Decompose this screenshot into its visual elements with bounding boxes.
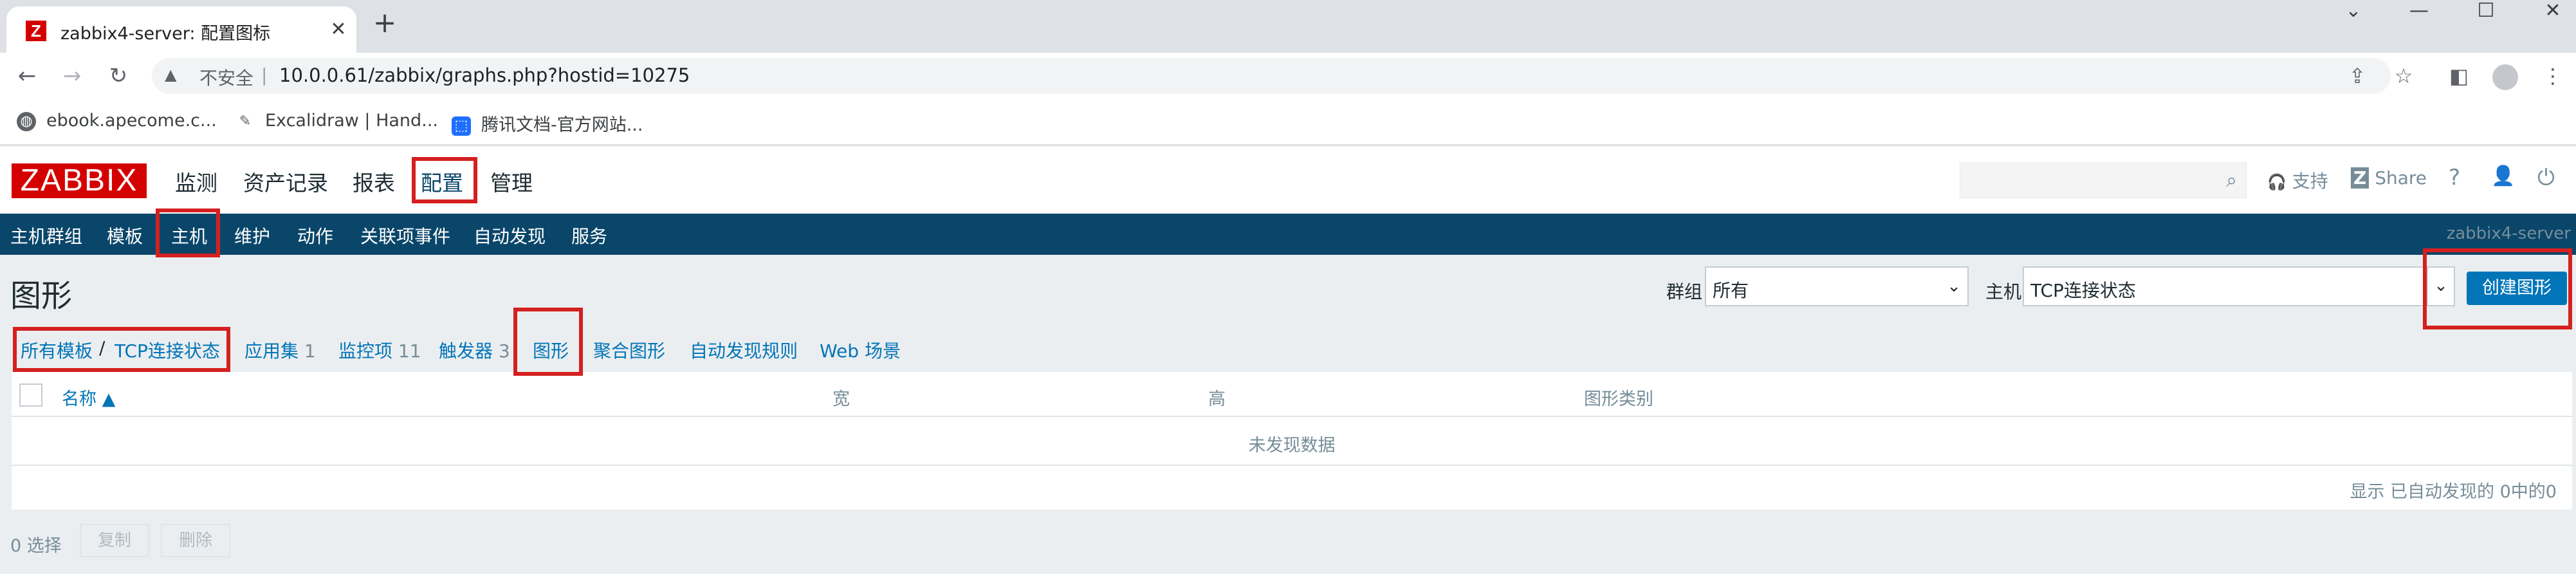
warning-icon: ▲ [165,66,177,84]
globe-icon: ◍ [17,111,36,131]
close-window-icon[interactable]: ✕ [2534,1,2572,24]
address-bar[interactable]: ▲ 不安全 | 10.0.0.61/zabbix/graphs.php?host… [152,58,2391,94]
pen-icon: ✎ [239,113,252,129]
tab-web-scenarios[interactable]: Web 场景 [820,337,901,363]
column-width: 宽 [833,389,850,409]
host-select-value: TCP连接状态 [2030,280,2136,301]
menu-reports[interactable]: 报表 [353,166,395,197]
submenu-actions[interactable]: 动作 [297,223,333,248]
help-icon[interactable]: ? [2449,165,2460,190]
zabbix-header: ZABBIX 监测 资产记录 报表 配置 管理 ⌕ 🎧 支持 Z Share ?… [0,147,2576,214]
items-count: 11 [398,340,421,362]
group-select[interactable]: 所有 ⌄ [1705,266,1969,306]
tab-search-icon[interactable]: ⌄ [2334,1,2373,24]
annotation-box-configuration [412,157,477,203]
support-label: 支持 [2292,171,2328,192]
menu-monitoring[interactable]: 监测 [175,166,217,197]
column-graph-type: 图形类别 [1584,389,1653,409]
host-filter-label: 主机 [1985,281,2022,302]
chevron-down-icon: ⌄ [1947,277,1961,296]
annotation-box-create-graph [2423,248,2572,329]
bookmarks-bar: ◍ ebook.apecome.c... ✎ Excalidraw | Hand..… [0,99,2576,145]
browser-tab[interactable]: Z zabbix4-server: 配置图标 ✕ [6,6,356,53]
browser-tabstrip: Z zabbix4-server: 配置图标 ✕ + ⌄ — ☐ ✕ [0,0,2576,53]
display-count: 显示 已自动发现的 0中的0 [2350,482,2557,502]
column-name[interactable]: 名称 ▲ [62,385,115,410]
submenu-event-correlation[interactable]: 关联项事件 [360,223,450,248]
applications-count: 1 [304,340,316,362]
search-input[interactable]: ⌕ [1960,162,2247,198]
profile-avatar[interactable] [2492,64,2518,90]
tab-triggers[interactable]: 触发器 3 [439,337,510,363]
bookmark-label: Excalidraw | Hand... [265,111,438,131]
support-link[interactable]: 🎧 支持 [2267,167,2328,193]
forward-icon[interactable]: → [58,62,86,90]
annotation-box-hosts [156,208,220,257]
url-text[interactable]: 10.0.0.61/zabbix/graphs.php?hostid=10275 [279,64,690,86]
group-select-value: 所有 [1713,280,1749,301]
share-link[interactable]: Z Share [2351,167,2427,189]
zabbix-share-icon: Z [2351,167,2369,189]
bookmark-item[interactable]: ⬚ 腾讯文档-官方网站... [452,111,643,136]
triggers-label: 触发器 [439,340,493,362]
reload-icon[interactable]: ↻ [104,62,133,90]
share-label: Share [2375,167,2427,189]
insecure-label[interactable]: 不安全 [199,64,253,90]
back-icon[interactable]: ← [13,62,41,90]
logout-icon[interactable]: ⏻ [2537,165,2555,190]
column-height: 高 [1208,389,1226,409]
submenu-host-groups[interactable]: 主机群组 [10,223,82,248]
tab-title: zabbix4-server: 配置图标 [60,24,271,44]
address-separator: | [261,64,268,86]
menu-administration[interactable]: 管理 [490,166,533,197]
no-data-message: 未发现数据 [1248,436,1336,456]
tencent-docs-icon: ⬚ [452,116,471,136]
tab-screens[interactable]: 聚合图形 [593,337,665,363]
zabbix-logo[interactable]: ZABBIX [12,163,147,198]
bookmark-label: 腾讯文档-官方网站... [481,115,643,135]
graphs-table: 名称 ▲ 宽 高 图形类别 未发现数据 显示 已自动发现的 0中的0 [12,372,2572,510]
bookmark-star-icon[interactable]: ☆ [2389,62,2418,90]
copy-button[interactable]: 复制 [80,524,149,557]
configuration-submenu: 主机群组 模板 主机 维护 动作 关联项事件 自动发现 服务 zabbix4-s… [0,214,2576,256]
tab-discovery-rules[interactable]: 自动发现规则 [690,337,798,363]
submenu-discovery[interactable]: 自动发现 [474,223,546,248]
select-all-checkbox[interactable] [19,384,42,407]
tab-close-icon[interactable]: ✕ [326,17,351,42]
annotation-box-breadcrumb [13,327,230,372]
headset-icon: 🎧 [2267,173,2286,191]
browser-toolbar: ← → ↻ ▲ 不安全 | 10.0.0.61/zabbix/graphs.ph… [0,53,2576,99]
share-icon[interactable]: ⇪ [2343,62,2371,90]
group-filter-label: 群组 [1666,281,1703,302]
host-select[interactable]: TCP连接状态 [2023,266,2425,306]
tab-items[interactable]: 监控项 11 [338,337,421,363]
table-divider [12,465,2572,466]
applications-label: 应用集 [244,340,299,362]
maximize-icon[interactable]: ☐ [2467,1,2505,24]
delete-button[interactable]: 删除 [161,524,230,557]
user-profile-icon[interactable]: 👤 [2491,165,2515,187]
side-panel-icon[interactable]: ◧ [2445,62,2473,90]
menu-inventory[interactable]: 资产记录 [243,166,328,197]
tab-applications[interactable]: 应用集 1 [244,337,316,363]
page-title: 图形 [10,278,73,314]
submenu-services[interactable]: 服务 [571,223,607,248]
annotation-box-graphs-tab [513,308,583,376]
server-name: zabbix4-server [2446,224,2571,243]
submenu-maintenance[interactable]: 维护 [234,223,270,248]
minimize-icon[interactable]: — [2400,1,2438,24]
submenu-templates[interactable]: 模板 [107,223,143,248]
search-icon[interactable]: ⌕ [2226,169,2237,192]
bookmark-item[interactable]: ✎ Excalidraw | Hand... [235,111,438,131]
new-tab-button[interactable]: + [371,9,399,37]
selected-count: 0 选择 [10,536,62,556]
table-header: 名称 ▲ 宽 高 图形类别 [12,372,2572,417]
triggers-count: 3 [498,340,510,362]
zabbix-favicon-icon: Z [26,21,46,41]
bookmark-label: ebook.apecome.c... [46,111,217,131]
items-label: 监控项 [338,340,393,362]
bookmark-item[interactable]: ◍ ebook.apecome.c... [17,111,217,131]
browser-menu-icon[interactable]: ⋮ [2539,62,2567,90]
